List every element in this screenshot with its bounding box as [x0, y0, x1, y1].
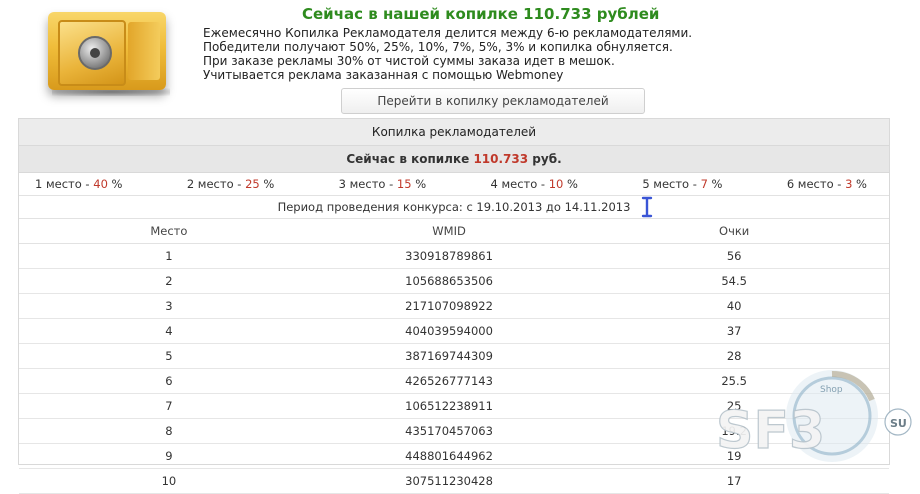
prize-distribution: 1 место - 40 % 2 место - 25 % 3 место - … — [19, 173, 889, 196]
column-header-points: Очки — [579, 219, 889, 244]
current-amount: Сейчас в копилке 110.733 руб. — [19, 146, 889, 173]
goto-piggybank-button[interactable]: Перейти в копилку рекламодателей — [341, 88, 645, 114]
cell-points: 37 — [579, 318, 889, 344]
cell-points: 56 — [579, 243, 889, 269]
prize-place: 1 место - 40 % — [35, 177, 123, 191]
table-row: 5 387169744309 28 — [19, 343, 889, 369]
cell-points: 54.5 — [579, 268, 889, 294]
cell-place: 3 — [19, 293, 319, 319]
cell-place: 8 — [19, 418, 319, 444]
page-title: Сейчас в нашей копилке 110.733 рублей — [302, 5, 660, 23]
watermark-text: SF3 — [716, 401, 825, 461]
sf3-watermark-logo: Shop SF3 SU — [715, 370, 912, 462]
cell-place: 1 — [19, 243, 319, 269]
cell-wmid: 105688653506 — [318, 268, 580, 294]
description-line: Учитывается реклама заказанная с помощью… — [203, 68, 564, 82]
current-amount-prefix: Сейчас в копилке — [346, 152, 470, 166]
table-row: 3 217107098922 40 — [19, 293, 889, 319]
cell-wmid: 307511230428 — [318, 468, 580, 494]
description-line: Ежемесячно Копилка Рекламодателя делится… — [203, 26, 693, 40]
cell-wmid: 106512238911 — [318, 393, 580, 419]
watermark-shop-text: Shop — [820, 385, 843, 395]
cell-place: 5 — [19, 343, 319, 369]
text-cursor-icon — [641, 196, 653, 218]
cell-place: 4 — [19, 318, 319, 344]
prize-place: 4 место - 10 % — [490, 177, 578, 191]
cell-points: 40 — [579, 293, 889, 319]
prize-place: 3 место - 15 % — [338, 177, 427, 191]
panel-title: Копилка рекламодателей — [19, 119, 889, 146]
table-header-row: Место WMID Очки — [19, 219, 889, 244]
column-header-place: Место — [19, 219, 319, 244]
column-header-wmid: WMID — [318, 219, 580, 244]
cell-wmid: 330918789861 — [318, 243, 580, 269]
table-row: 1 330918789861 56 — [19, 243, 889, 269]
description-line: При заказе рекламы 30% от чистой суммы з… — [203, 54, 615, 68]
cell-place: 7 — [19, 393, 319, 419]
description: Ежемесячно Копилка Рекламодателя делится… — [203, 26, 803, 82]
safe-image — [40, 6, 180, 98]
cell-wmid: 217107098922 — [318, 293, 580, 319]
prize-place: 5 место - 7 % — [642, 177, 723, 191]
cell-place: 2 — [19, 268, 319, 294]
cell-wmid: 426526777143 — [318, 368, 580, 394]
cell-place: 6 — [19, 368, 319, 394]
table-row: 4 404039594000 37 — [19, 318, 889, 344]
safe-dial-icon — [78, 36, 112, 70]
cell-place: 10 — [19, 468, 319, 494]
prize-place: 6 место - 3 % — [786, 177, 867, 191]
table-row: 2 105688653506 54.5 — [19, 268, 889, 294]
cell-wmid: 404039594000 — [318, 318, 580, 344]
contest-period: Период проведения конкурса: с 19.10.2013… — [19, 196, 889, 219]
cell-wmid: 435170457063 — [318, 418, 580, 444]
cell-points: 28 — [579, 343, 889, 369]
table-row: 10 307511230428 17 — [19, 468, 889, 494]
description-line: Победители получают 50%, 25%, 10%, 7%, 5… — [203, 40, 673, 54]
prize-place: 2 место - 25 % — [186, 177, 275, 191]
cell-place: 9 — [19, 443, 319, 469]
watermark-su-text: SU — [890, 417, 907, 430]
cell-wmid: 387169744309 — [318, 343, 580, 369]
cell-wmid: 448801644962 — [318, 443, 580, 469]
current-amount-suffix: руб. — [532, 152, 562, 166]
current-amount-value: 110.733 — [473, 152, 529, 166]
cell-points: 17 — [579, 468, 889, 494]
